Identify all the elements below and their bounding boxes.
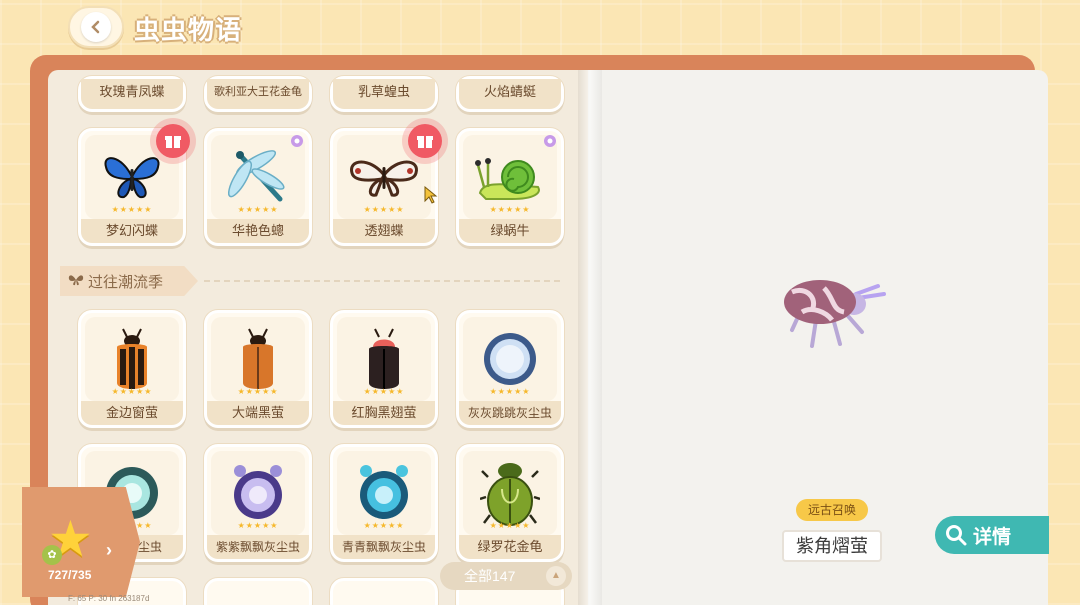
insect-card-name: 歌利亚大王花金龟 — [207, 79, 309, 109]
search-icon — [946, 525, 967, 546]
insect-card[interactable] — [330, 578, 438, 605]
insect-card-name: 华艳色蟌 — [207, 219, 309, 243]
insect-card[interactable]: ★★★★★ 绿罗花金龟 — [456, 444, 564, 562]
rating-stars: ★★★★★ — [363, 521, 405, 530]
section-header: 过往潮流季 — [60, 266, 198, 296]
insect-card-name: 红胸黑翅萤 — [333, 401, 435, 425]
insect-card-name: 紫紫飘飘灰尘虫 — [207, 535, 309, 559]
page-title: 虫虫物语 — [134, 15, 243, 45]
chevron-up-icon: ▲ — [546, 566, 566, 586]
detail-button-label: 详情 — [973, 526, 1012, 548]
rating-stars: ★★★★★ — [489, 387, 531, 396]
rarity-tag: 远古召唤 — [796, 499, 868, 521]
mouse-cursor-icon — [424, 186, 438, 204]
insect-card[interactable]: 歌利亚大王花金龟 — [204, 76, 312, 112]
rating-stars: ★★★★★ — [489, 205, 531, 214]
rating-stars: ★★★★★ — [237, 205, 279, 214]
insect-card-name: 透翅蝶 — [333, 219, 435, 243]
rating-stars: ★★★★★ — [111, 387, 153, 396]
insect-card[interactable]: ★★★★★ 灰灰跳跳灰尘虫 — [456, 310, 564, 428]
insect-card-name: 火焰蜻蜓 — [459, 79, 561, 109]
rating-stars: ★★★★★ — [111, 205, 153, 214]
purple-firefly-model — [784, 280, 886, 348]
rating-stars: ★★★★★ — [237, 387, 279, 396]
chevron-right-icon: › — [106, 540, 112, 560]
collection-count: 727/735 — [48, 568, 92, 582]
gift-icon[interactable] — [408, 124, 442, 158]
filter-label: 全部147 — [464, 568, 516, 584]
insect-name-label: 紫角熠萤 — [782, 530, 882, 562]
rating-stars: ★★★★★ — [363, 205, 405, 214]
insect-card[interactable] — [204, 578, 312, 605]
back-button[interactable] — [68, 6, 124, 48]
insect-card[interactable]: ★★★★★ 金边窗萤 — [78, 310, 186, 428]
flower-badge-icon — [544, 135, 556, 147]
insect-card[interactable]: 火焰蜻蜓 — [456, 76, 564, 112]
rating-stars: ★★★★★ — [237, 521, 279, 530]
detail-button[interactable]: 详情 — [935, 516, 1049, 554]
book-spine — [578, 70, 602, 605]
insect-card[interactable]: ★★★★★ 青青飘飘灰尘虫 — [330, 444, 438, 562]
insect-card[interactable]: ★★★★★ 红胸黑翅萤 — [330, 310, 438, 428]
butterfly-badge-icon: ✿ — [42, 545, 62, 565]
rating-stars: ★★★★★ — [363, 387, 405, 396]
insect-card-name: 大端黑萤 — [207, 401, 309, 425]
butterfly-icon — [68, 273, 84, 290]
insect-card-name: 绿罗花金龟 — [459, 535, 561, 559]
insect-card[interactable]: 乳草蝗虫 — [330, 76, 438, 112]
insect-card-name: 乳草蝗虫 — [333, 79, 435, 109]
insect-card[interactable]: 玫瑰青凤蝶 — [78, 76, 186, 112]
back-arrow-icon — [81, 12, 111, 42]
flower-badge-icon — [291, 135, 303, 147]
insect-card-name: 绿蜗牛 — [459, 219, 561, 243]
insect-card-name: 玫瑰青凤蝶 — [81, 79, 183, 109]
insect-card-name: 青青飘飘灰尘虫 — [333, 535, 435, 559]
debug-overlay: F: 65 P: 30 fn 263187d — [68, 594, 150, 603]
filter-dropdown[interactable]: 全部147 ▲ — [440, 562, 572, 590]
insect-card-name: 金边窗萤 — [81, 401, 183, 425]
rating-stars: ★★★★★ — [489, 521, 531, 530]
section-divider — [204, 280, 560, 282]
insect-card-name: 灰灰跳跳灰尘虫 — [459, 401, 561, 425]
insect-card[interactable]: ★★★★★ 紫紫飘飘灰尘虫 — [204, 444, 312, 562]
insect-card-name: 梦幻闪蝶 — [81, 219, 183, 243]
insect-card[interactable]: ★★★★★ 大端黑萤 — [204, 310, 312, 428]
section-label: 过往潮流季 — [88, 273, 164, 291]
gift-icon[interactable] — [156, 124, 190, 158]
